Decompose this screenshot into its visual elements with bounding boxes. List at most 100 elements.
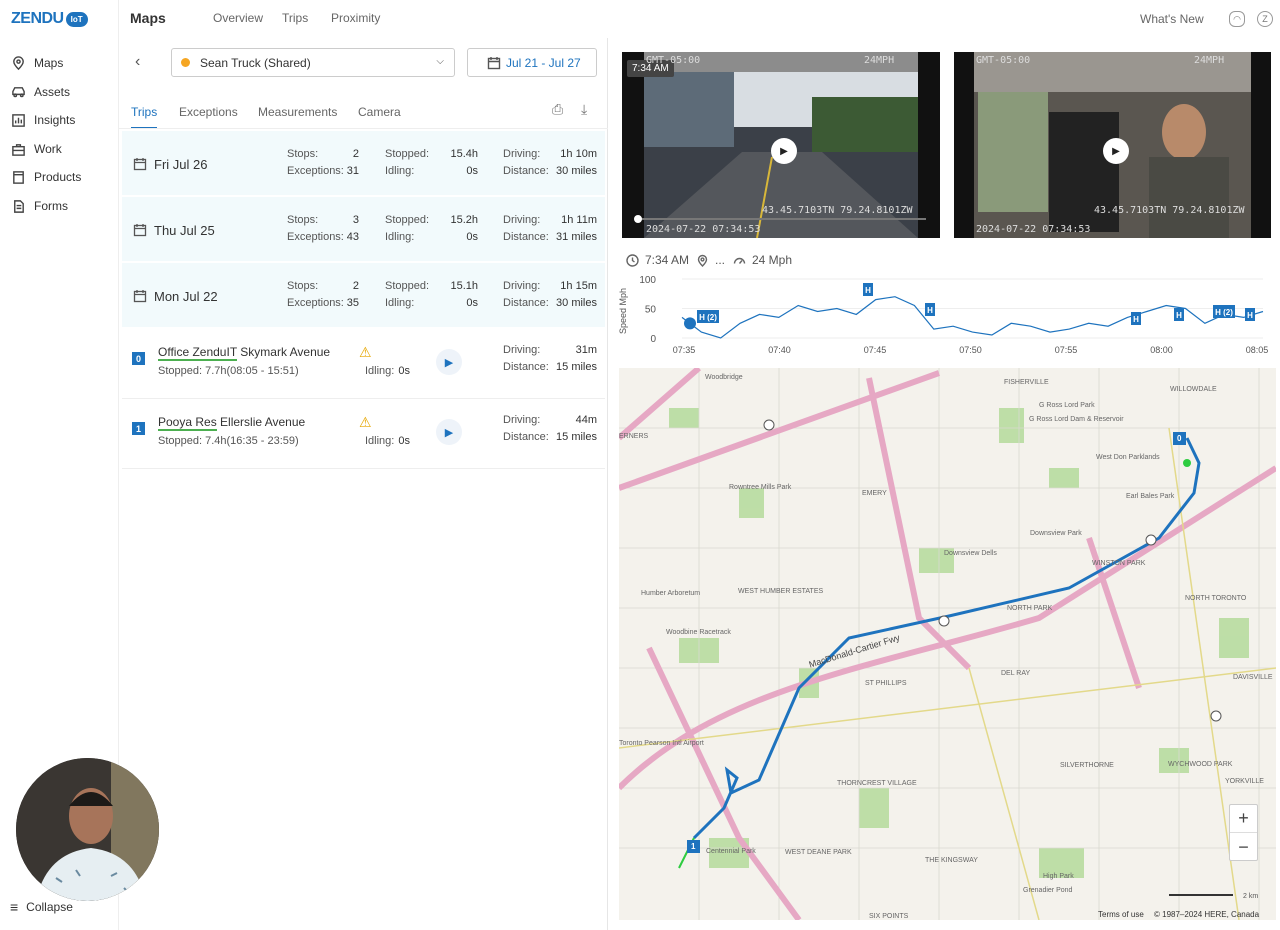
stops-value: 2 [352,280,359,292]
play-trip-button[interactable]: ▶ [436,419,462,445]
tab-trips-panel[interactable]: Trips [131,105,158,129]
collapse-button[interactable]: ≡ Collapse [10,899,73,915]
tab-trips[interactable]: Trips [282,11,308,25]
map-place-label: Centennial Park [706,848,756,855]
sidebar-item-label: Assets [34,85,71,99]
x-tick-label: 08:00 [1150,345,1173,355]
print-icon[interactable]: ⎙ [552,101,563,118]
date-range-picker[interactable]: Jul 21 - Jul 27 [467,48,597,77]
play-icon[interactable]: ▶ [1103,138,1129,164]
sidebar-item-products[interactable]: Products [0,163,119,191]
tab-divider [119,128,608,129]
warning-icon[interactable]: ⚠ [359,344,372,361]
day-summary-row[interactable]: Mon Jul 22 Stops: 2 Exceptions: 35 Stopped: 15… [122,263,605,327]
tab-measurements[interactable]: Measurements [258,105,337,119]
map-place-label: YORKVILLE [1225,778,1264,785]
stops-value: 3 [352,214,359,226]
sidebar-item-maps[interactable]: Maps [0,49,119,77]
map-place-label: ST PHILLIPS [865,680,907,687]
sidebar-item-work[interactable]: Work [0,135,119,163]
video-timestamp: 2024-07-22 07:34:53 [976,224,1091,235]
day-summary-row[interactable]: Fri Jul 26 Stops: 2 Exceptions: 31 Stopped: 15… [122,131,605,195]
zoom-out-button[interactable]: − [1230,833,1257,861]
video-timezone: GMT-05:00 [646,55,701,66]
x-tick-label: 07:40 [768,345,791,355]
terms-link[interactable]: Terms of use [1098,910,1144,919]
exceptions-value: 35 [346,297,359,309]
idling-value: 0s [466,231,478,243]
map-place-label: Toronto Pearson Intl Airport [619,740,704,747]
headset-icon[interactable]: ◠ [1229,11,1245,27]
trip-location[interactable]: Office ZenduIT Skymark Avenue [158,345,331,361]
trip-street: Ellerslie Avenue [216,415,306,429]
day-date: Mon Jul 22 [154,289,218,304]
chart-marker-label: H [1133,315,1139,324]
map-place-label: THE KINGSWAY [925,857,978,864]
stops-label: Stops: [287,148,319,160]
chart-cursor-marker [684,317,696,330]
idling-value: 0s [466,297,478,309]
trip-place-name[interactable]: Pooya Res [158,415,217,431]
tab-proximity[interactable]: Proximity [331,11,380,25]
calendar-icon [133,290,147,303]
stops-value: 2 [352,148,359,160]
distance-value: 31 miles [556,231,597,243]
idling-label: Idling: [365,435,395,447]
play-trip-button[interactable]: ▶ [436,349,462,375]
logo-badge: IoT [65,11,88,27]
asset-select[interactable]: Sean Truck (Shared) ⌵ [171,48,455,77]
top-bar: Maps Overview Trips Proximity What's New… [119,0,1280,38]
map-place-label: NORTH TORONTO [1185,595,1247,602]
asset-status-dot [181,58,190,67]
sidebar-item-insights[interactable]: Insights [0,106,119,134]
sidebar-item-assets[interactable]: Assets [0,78,119,106]
tab-camera[interactable]: Camera [358,105,401,119]
trip-row[interactable]: 1 Pooya Res Ellerslie Avenue Stopped: 7.4h… [122,401,605,469]
map-stop-start-marker[interactable]: 0 [1177,434,1181,443]
play-icon[interactable]: ▶ [771,138,797,164]
x-tick-label: 07:35 [673,345,696,355]
back-arrow-icon[interactable]: ‹ [135,53,140,71]
tab-exceptions[interactable]: Exceptions [179,105,238,119]
trip-row[interactable]: 0 Office ZenduIT Skymark Avenue Stopped: 7… [122,331,605,399]
zendu-logo[interactable]: ZENDU IoT [11,10,88,28]
download-icon[interactable]: ⤓ [581,101,587,118]
map-stop-end-marker[interactable]: 1 [691,842,695,851]
tab-overview[interactable]: Overview [213,11,263,25]
trip-location[interactable]: Pooya Res Ellerslie Avenue [158,415,306,431]
map-place-label: Downsview Park [1030,530,1082,537]
trip-stopped: Stopped: 7.7h(08:05 - 15:51) [158,365,299,377]
car-icon [12,86,25,97]
day-summary-row[interactable]: Thu Jul 25 Stops: 3 Exceptions: 43 Stopped: 15… [122,197,605,261]
map-view[interactable]: 0 1 Woodbridge FISHERVILLE WILLOWDALE G Ros… [619,368,1276,920]
trip-place-name[interactable]: Office ZenduIT [158,345,237,361]
video-coords: 43.45.7103TN 79.24.8101ZW [1094,205,1245,216]
cabin-camera-video[interactable]: GMT-05:00 24MPH 43.45.7103TN 79.24.8101Z… [954,52,1271,238]
trip-street: Skymark Avenue [236,345,331,359]
chart-marker-label: H (2) [699,313,717,322]
zoom-in-button[interactable]: + [1230,805,1257,833]
sidebar-item-forms[interactable]: Forms [0,192,119,220]
warning-icon[interactable]: ⚠ [359,414,372,431]
distance-value: 15 miles [556,361,597,373]
driving-label: Driving: [503,148,541,160]
idling-value: 0s [398,365,410,377]
distance-label: Distance: [503,165,549,177]
idling-label: Idling: [385,165,415,177]
driving-label: Driving: [503,214,541,226]
x-tick-label: 08:05 [1246,345,1269,355]
chevron-down-icon: ⌵ [436,56,444,67]
stopped-value: 15.1h [450,280,478,292]
map-place-label: SILVERTHORNE [1060,762,1114,769]
idling-label: Idling: [385,231,415,243]
stopped-label: Stopped: [385,280,430,292]
calendar-icon [133,224,147,237]
map-scale: 2 km [1243,893,1259,900]
front-camera-video[interactable]: 7:34 AM GMT-05:00 24MPH 43.45.7103TN 79.… [622,52,940,238]
map-place-label: WEST DEANE PARK [785,849,852,856]
driving-value: 44m [575,414,597,426]
whats-new-link[interactable]: What's New [1140,12,1204,26]
info-speed: 24 Mph [733,253,792,267]
speed-chart[interactable]: 100 50 0 Speed Mph 07:35 07:40 07:45 07:50 07:55… [618,273,1278,358]
avatar[interactable]: Z [1257,11,1273,27]
